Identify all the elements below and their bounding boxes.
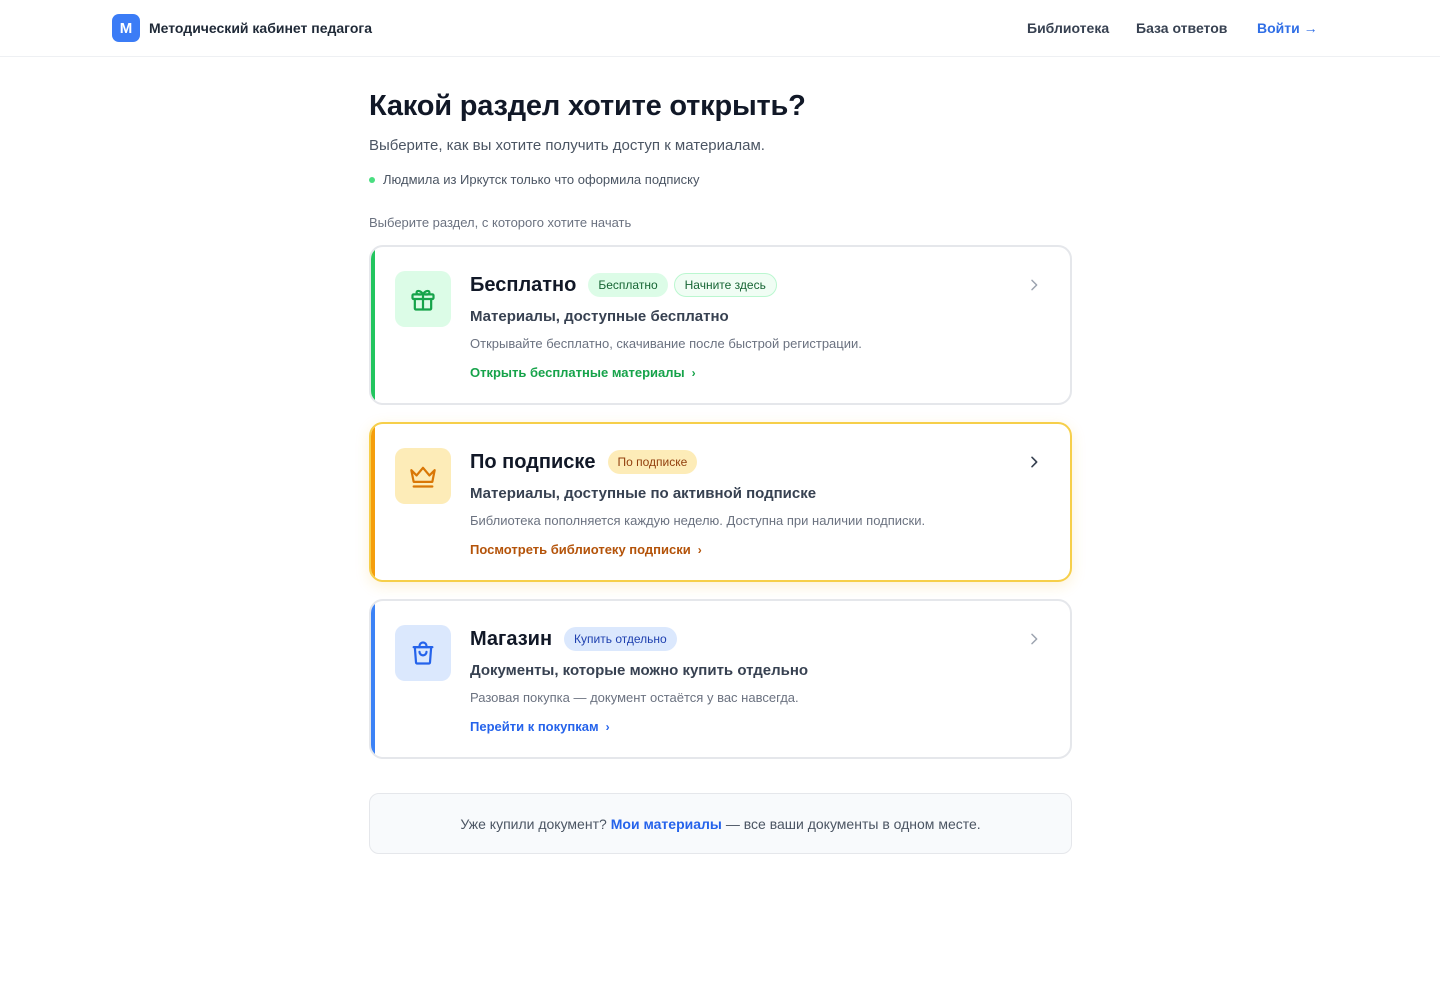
note-text-before: Уже купили документ?: [460, 815, 607, 832]
badge-start-here: Начните здесь: [673, 273, 777, 297]
page-title: Какой раздел хотите открыть?: [369, 90, 806, 122]
card-note: Разовая покупка — документ остаётся у ва…: [470, 690, 799, 705]
my-materials-link[interactable]: Мои материалы: [611, 816, 722, 832]
card-header: По подписке По подписке: [470, 450, 703, 474]
nav-answers-link[interactable]: База ответов: [1136, 20, 1227, 36]
card-title: Магазин: [470, 627, 553, 650]
card-accent-bar: [371, 424, 375, 580]
nav-library-link[interactable]: Библиотека: [1027, 20, 1109, 36]
card-title: Бесплатно: [470, 273, 577, 296]
card-title: По подписке: [470, 450, 596, 473]
card-note: Библиотека пополняется каждую неделю. До…: [470, 513, 926, 528]
online-dot-icon: [369, 176, 375, 183]
activity-notice: Людмила из Иркутск только что оформила п…: [369, 172, 699, 187]
chevron-right-icon: ›: [605, 719, 610, 734]
badge-subscription: По подписке: [607, 450, 698, 474]
section-card-shop[interactable]: Магазин Купить отдельно Документы, котор…: [369, 599, 1072, 759]
card-note: Открывайте бесплатно, скачивание после б…: [470, 336, 862, 351]
shopping-bag-icon: [395, 625, 451, 681]
crown-icon: [395, 448, 451, 504]
chevron-right-icon: [1026, 454, 1042, 475]
section-hint: Выберите раздел, с которого хотите начат…: [369, 215, 632, 230]
section-card-subscription[interactable]: По подписке По подписке Материалы, досту…: [369, 422, 1072, 582]
note-text-after: — все ваши документы в одном месте.: [725, 815, 981, 832]
activity-text: Людмила из Иркутск только что оформила п…: [383, 172, 700, 187]
card-link-label: Открыть бесплатные материалы: [470, 365, 685, 380]
login-link[interactable]: Войти →: [1257, 20, 1318, 36]
site-logo[interactable]: М Методический кабинет педагога: [112, 14, 372, 42]
card-description: Материалы, доступные бесплатно: [470, 308, 729, 325]
page-subtitle: Выберите, как вы хотите получить доступ …: [369, 137, 765, 154]
section-card-free[interactable]: Бесплатно Бесплатно Начните здесь Матери…: [369, 245, 1072, 405]
site-title: Методический кабинет педагога: [149, 20, 373, 36]
view-subscription-library-link[interactable]: Посмотреть библиотеку подписки ›: [470, 542, 702, 557]
card-header: Магазин Купить отдельно: [470, 627, 683, 651]
card-description: Материалы, доступные по активной подписк…: [470, 485, 817, 502]
card-link-label: Посмотреть библиотеку подписки: [470, 542, 691, 557]
chevron-right-icon: ›: [691, 365, 696, 380]
gift-icon: [395, 271, 451, 327]
my-materials-note: Уже купили документ? Мои материалы — все…: [369, 793, 1072, 854]
card-accent-bar: [371, 247, 375, 403]
top-header: М Методический кабинет педагога Библиоте…: [0, 0, 1440, 57]
chevron-right-icon: [1026, 631, 1042, 652]
open-free-materials-link[interactable]: Открыть бесплатные материалы ›: [470, 365, 696, 380]
chevron-right-icon: [1026, 277, 1042, 298]
go-to-shop-link[interactable]: Перейти к покупкам ›: [470, 719, 610, 734]
card-header: Бесплатно Бесплатно Начните здесь: [470, 273, 783, 297]
card-accent-bar: [371, 601, 375, 757]
chevron-right-icon: ›: [697, 542, 702, 557]
logo-mark: М: [112, 14, 140, 42]
card-link-label: Перейти к покупкам: [470, 719, 599, 734]
badge-buy-separately: Купить отдельно: [564, 627, 677, 651]
badge-free: Бесплатно: [588, 273, 668, 297]
card-description: Документы, которые можно купить отдельно: [470, 662, 809, 679]
